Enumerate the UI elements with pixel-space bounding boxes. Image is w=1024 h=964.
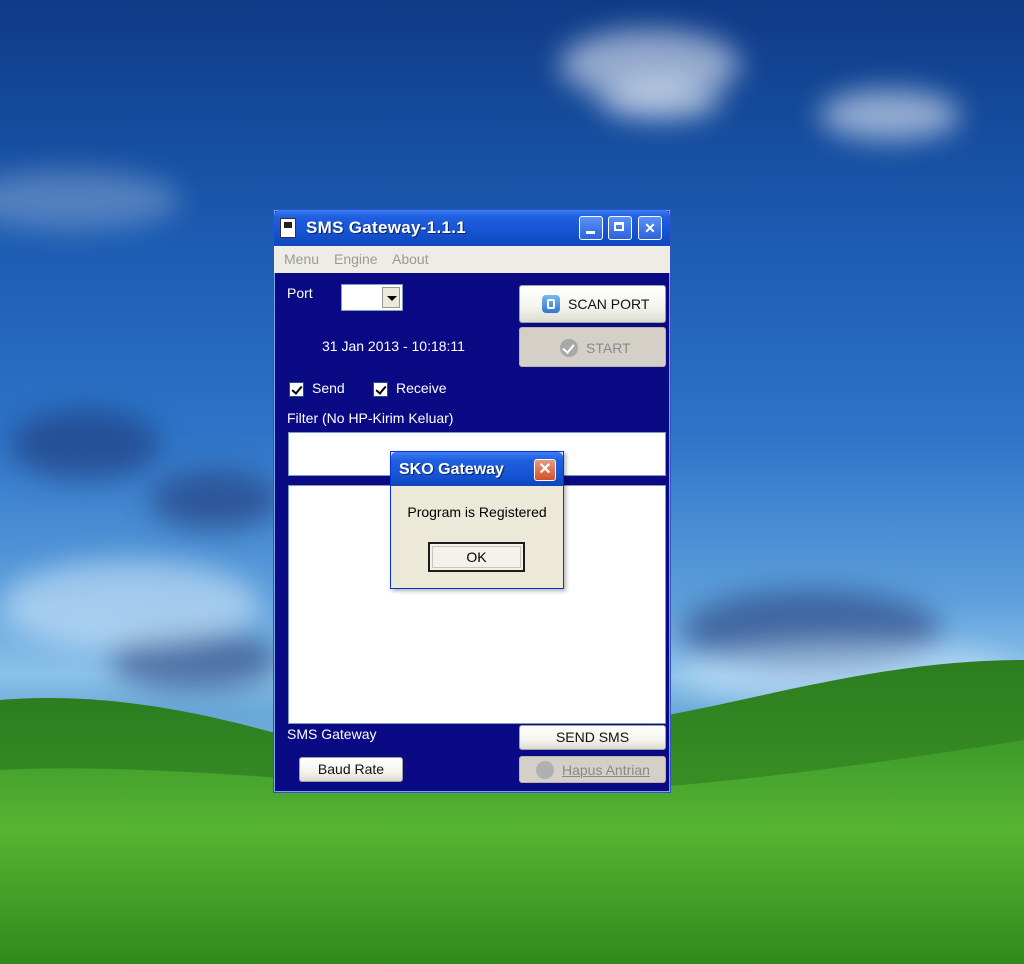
receive-checkbox[interactable]	[373, 382, 388, 397]
dropdown-arrow-icon[interactable]	[382, 287, 400, 308]
port-label: Port	[287, 285, 313, 301]
close-button[interactable]: ✕	[638, 216, 662, 240]
send-label: Send	[312, 380, 345, 396]
window-title: SMS Gateway-1.1.1	[306, 218, 467, 237]
ok-button[interactable]: OK	[428, 542, 525, 572]
send-checkbox[interactable]	[289, 382, 304, 397]
window-titlebar[interactable]: SMS Gateway-1.1.1 ✕	[274, 210, 670, 246]
hapus-antrian-button[interactable]: Hapus Antrian	[519, 756, 666, 783]
dialog-title: SKO Gateway	[399, 461, 504, 478]
port-select[interactable]	[341, 284, 403, 311]
menu-item-menu[interactable]: Menu	[284, 251, 319, 267]
receive-label: Receive	[396, 380, 447, 396]
start-button[interactable]: START	[519, 327, 666, 367]
send-sms-label: SEND SMS	[555, 729, 630, 745]
app-icon[interactable]	[280, 218, 296, 238]
scan-icon	[542, 295, 560, 313]
filter-label: Filter (No HP-Kirim Keluar)	[287, 410, 454, 426]
clear-queue-icon	[536, 761, 554, 779]
dialog-titlebar[interactable]: SKO Gateway ✕	[391, 452, 563, 486]
scan-port-label: SCAN PORT	[568, 296, 650, 312]
baud-rate-label: Baud Rate	[317, 761, 385, 777]
status-label: SMS Gateway	[287, 726, 377, 742]
scan-port-button[interactable]: SCAN PORT	[519, 285, 666, 323]
menu-bar: Menu Engine About	[274, 246, 670, 273]
dialog-close-icon[interactable]: ✕	[534, 459, 556, 481]
maximize-button[interactable]	[608, 216, 632, 240]
check-circle-icon	[560, 339, 578, 357]
send-sms-button[interactable]: SEND SMS	[519, 725, 666, 750]
menu-item-about[interactable]: About	[392, 251, 429, 267]
minimize-button[interactable]	[579, 216, 603, 240]
hapus-antrian-label: Hapus Antrian	[562, 762, 650, 778]
start-label: START	[586, 340, 631, 356]
datetime-display: 31 Jan 2013 - 10:18:11	[322, 338, 465, 354]
registration-dialog: SKO Gateway ✕ Program is Registered OK	[390, 451, 564, 589]
menu-item-engine[interactable]: Engine	[334, 251, 378, 267]
dialog-message: Program is Registered	[407, 504, 547, 520]
baud-rate-button[interactable]: Baud Rate	[299, 757, 403, 782]
